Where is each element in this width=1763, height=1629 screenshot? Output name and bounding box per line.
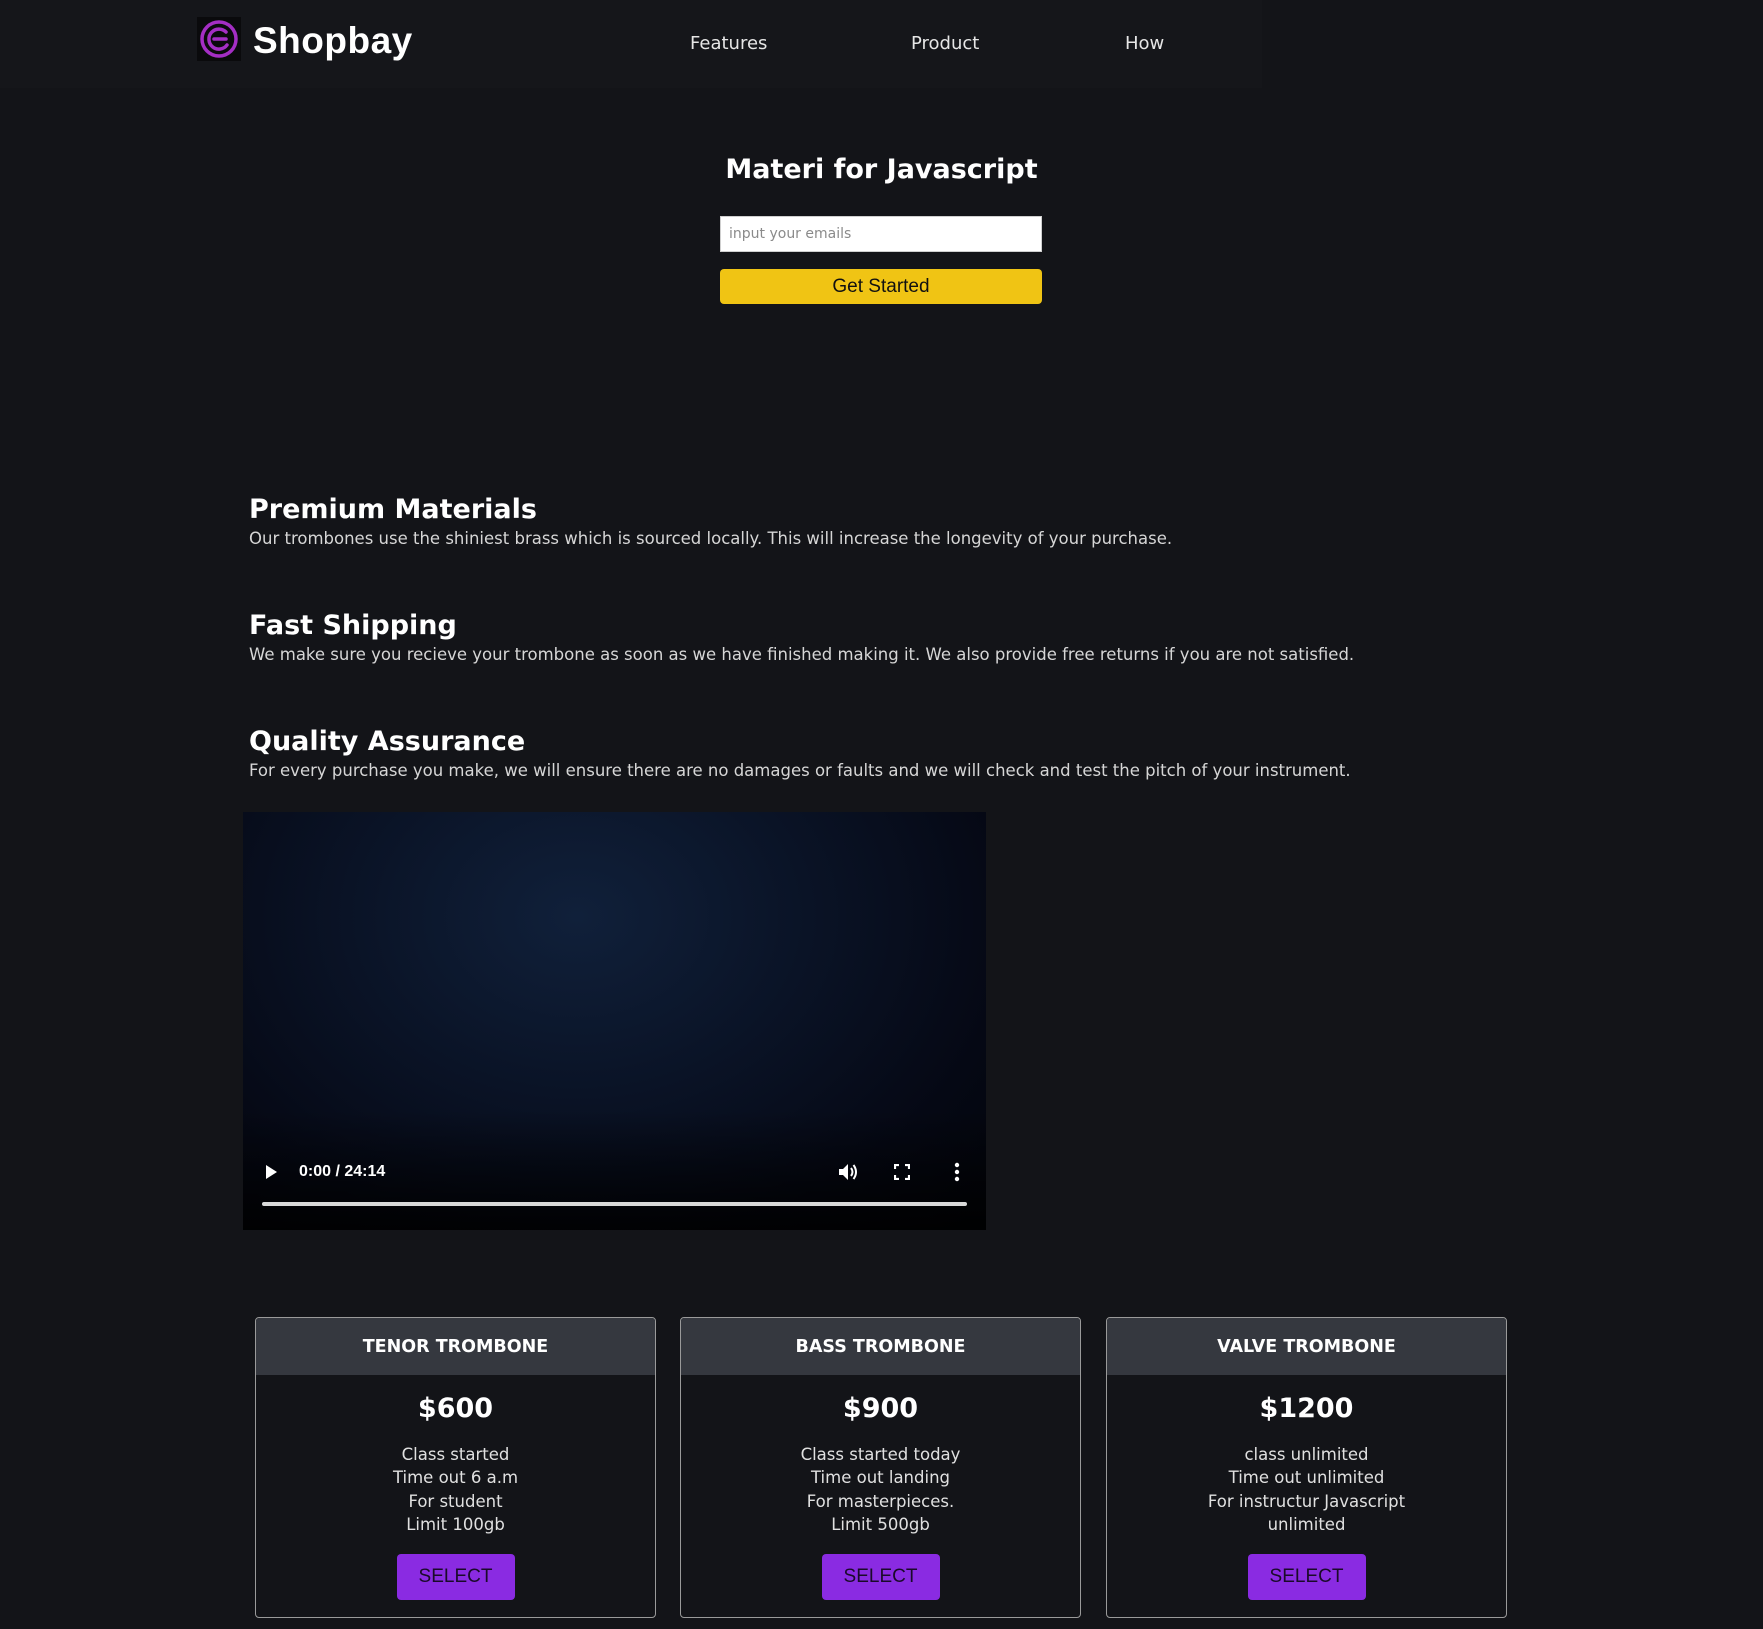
hero-title: Materi for Javascript: [725, 154, 1038, 185]
video-time: 0:00 / 24:14: [299, 1163, 386, 1180]
card-feature-line: Time out landing: [810, 1468, 951, 1488]
card-price: $1200: [1259, 1393, 1354, 1424]
more-options-icon[interactable]: [954, 1162, 960, 1182]
select-button-tenor[interactable]: SELECT: [396, 1554, 515, 1600]
card-features: class unlimited Time out unlimited For i…: [1107, 1443, 1506, 1536]
card-feature-line: class unlimited: [1244, 1445, 1369, 1464]
pricing-card-bass: BASS TROMBONE $900 Class started today T…: [680, 1317, 1081, 1618]
select-button-valve[interactable]: SELECT: [1247, 1554, 1366, 1600]
feature-desc-shipping: We make sure you recieve your trombone a…: [249, 645, 1355, 664]
email-input[interactable]: [720, 216, 1042, 252]
card-features: Class started Time out 6 a.m For student…: [256, 1443, 655, 1536]
get-started-button[interactable]: Get Started: [720, 269, 1042, 304]
card-feature-line: Limit 100gb: [406, 1514, 505, 1534]
feature-desc-premium: Our trombones use the shiniest brass whi…: [249, 529, 1173, 548]
card-title: TENOR TROMBONE: [256, 1318, 655, 1375]
fullscreen-icon[interactable]: [894, 1164, 910, 1180]
card-feature-line: For student: [408, 1491, 503, 1511]
select-button-bass[interactable]: SELECT: [821, 1554, 940, 1600]
play-icon[interactable]: [263, 1164, 279, 1180]
brand-name[interactable]: Shopbay: [253, 20, 413, 62]
feature-title-premium: Premium Materials: [249, 494, 537, 525]
video-player[interactable]: 0:00 / 24:14: [243, 812, 986, 1230]
card-feature-line: For masterpieces.: [806, 1491, 955, 1511]
card-title: VALVE TROMBONE: [1107, 1318, 1506, 1375]
card-title: BASS TROMBONE: [681, 1318, 1080, 1375]
logo-icon[interactable]: [197, 17, 241, 61]
card-feature-line: Time out unlimited: [1228, 1468, 1385, 1488]
card-feature-line: Time out 6 a.m: [392, 1468, 519, 1488]
site-header: Shopbay Features Product How: [0, 0, 1262, 88]
nav-product[interactable]: Product: [911, 33, 979, 54]
card-feature-line: Class started today: [800, 1445, 961, 1464]
card-price: $600: [417, 1393, 494, 1424]
card-feature-line: For instructur Javascript: [1207, 1491, 1406, 1511]
card-features: Class started today Time out landing For…: [681, 1443, 1080, 1536]
pricing-card-valve: VALVE TROMBONE $1200 class unlimited Tim…: [1106, 1317, 1507, 1618]
video-progress-bar[interactable]: [262, 1202, 967, 1206]
card-price: $900: [842, 1393, 919, 1424]
card-feature-line: Limit 500gb: [831, 1514, 930, 1534]
nav-how[interactable]: How: [1125, 33, 1164, 54]
card-feature-line: Class started: [401, 1445, 510, 1464]
pricing-card-tenor: TENOR TROMBONE $600 Class started Time o…: [255, 1317, 656, 1618]
feature-desc-quality: For every purchase you make, we will ens…: [249, 761, 1351, 780]
volume-icon[interactable]: [837, 1162, 859, 1182]
nav-features[interactable]: Features: [690, 33, 767, 54]
feature-title-shipping: Fast Shipping: [249, 610, 457, 641]
card-feature-line: unlimited: [1267, 1514, 1346, 1534]
feature-title-quality: Quality Assurance: [249, 726, 526, 757]
